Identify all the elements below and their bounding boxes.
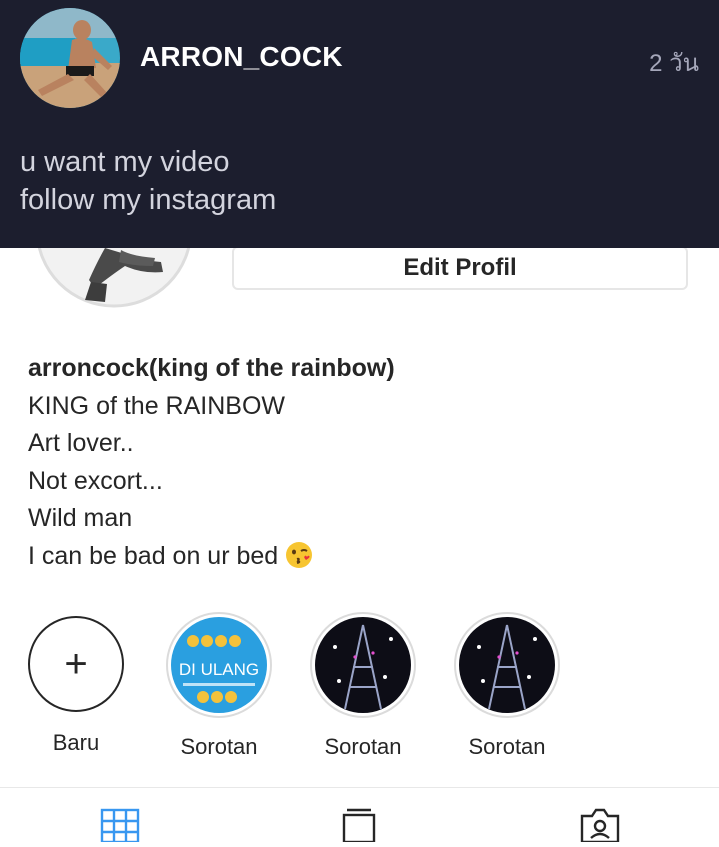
notification-message: u want my video follow my instagram xyxy=(20,143,276,219)
highlight-cover xyxy=(459,617,555,713)
sender-avatar xyxy=(20,8,120,108)
plus-icon: + xyxy=(28,616,124,712)
bio-line: I can be bad on ur bed xyxy=(28,541,279,570)
highlight-label: Sorotan xyxy=(180,734,258,759)
tv-icon[interactable] xyxy=(341,808,377,847)
notification-time: 2 วัน xyxy=(649,50,699,77)
highlight-label: Sorotan xyxy=(324,734,402,759)
edit-profile-label: Edit Profil xyxy=(403,254,517,281)
highlight-ring xyxy=(454,612,560,718)
highlight-item[interactable]: Sorotan xyxy=(452,612,562,760)
highlight-item[interactable]: Sorotan xyxy=(308,612,418,760)
message-line: follow my instagram xyxy=(20,184,277,216)
highlight-label: Sorotan xyxy=(468,734,546,759)
message-line: u want my video xyxy=(20,146,230,178)
highlight-cover: DI ULANG xyxy=(171,617,267,713)
highlight-new[interactable]: + Baru xyxy=(21,612,131,756)
push-notification[interactable]: ARRON_COCK 2 วัน u want my video follow … xyxy=(0,0,719,248)
tagged-icon[interactable] xyxy=(580,808,620,847)
highlight-ring xyxy=(310,612,416,718)
bio-line: Not excort... xyxy=(28,466,163,495)
profile-display-name: arroncock(king of the rainbow) xyxy=(28,354,395,382)
highlight-cover xyxy=(315,617,411,713)
kiss-face-emoji-icon xyxy=(284,540,314,570)
profile-tab-bar xyxy=(0,787,719,844)
bio-line-last: I can be bad on ur bed xyxy=(28,538,395,576)
highlight-item[interactable]: DI ULANG Sorotan xyxy=(164,612,274,760)
bio-line: Art lover.. xyxy=(28,429,134,457)
highlight-cover-text: DI ULANG xyxy=(179,660,259,679)
grid-icon[interactable] xyxy=(100,808,140,847)
bio-line: Wild man xyxy=(28,504,133,532)
highlight-label: Baru xyxy=(52,730,100,755)
profile-bio: arroncock(king of the rainbow) KING of t… xyxy=(28,350,395,575)
highlight-ring: DI ULANG xyxy=(166,612,272,718)
sender-username: ARRON_COCK xyxy=(140,41,343,72)
edit-profile-button[interactable]: Edit Profil xyxy=(232,246,688,290)
bio-line: KING of the RAINBOW xyxy=(28,391,286,420)
